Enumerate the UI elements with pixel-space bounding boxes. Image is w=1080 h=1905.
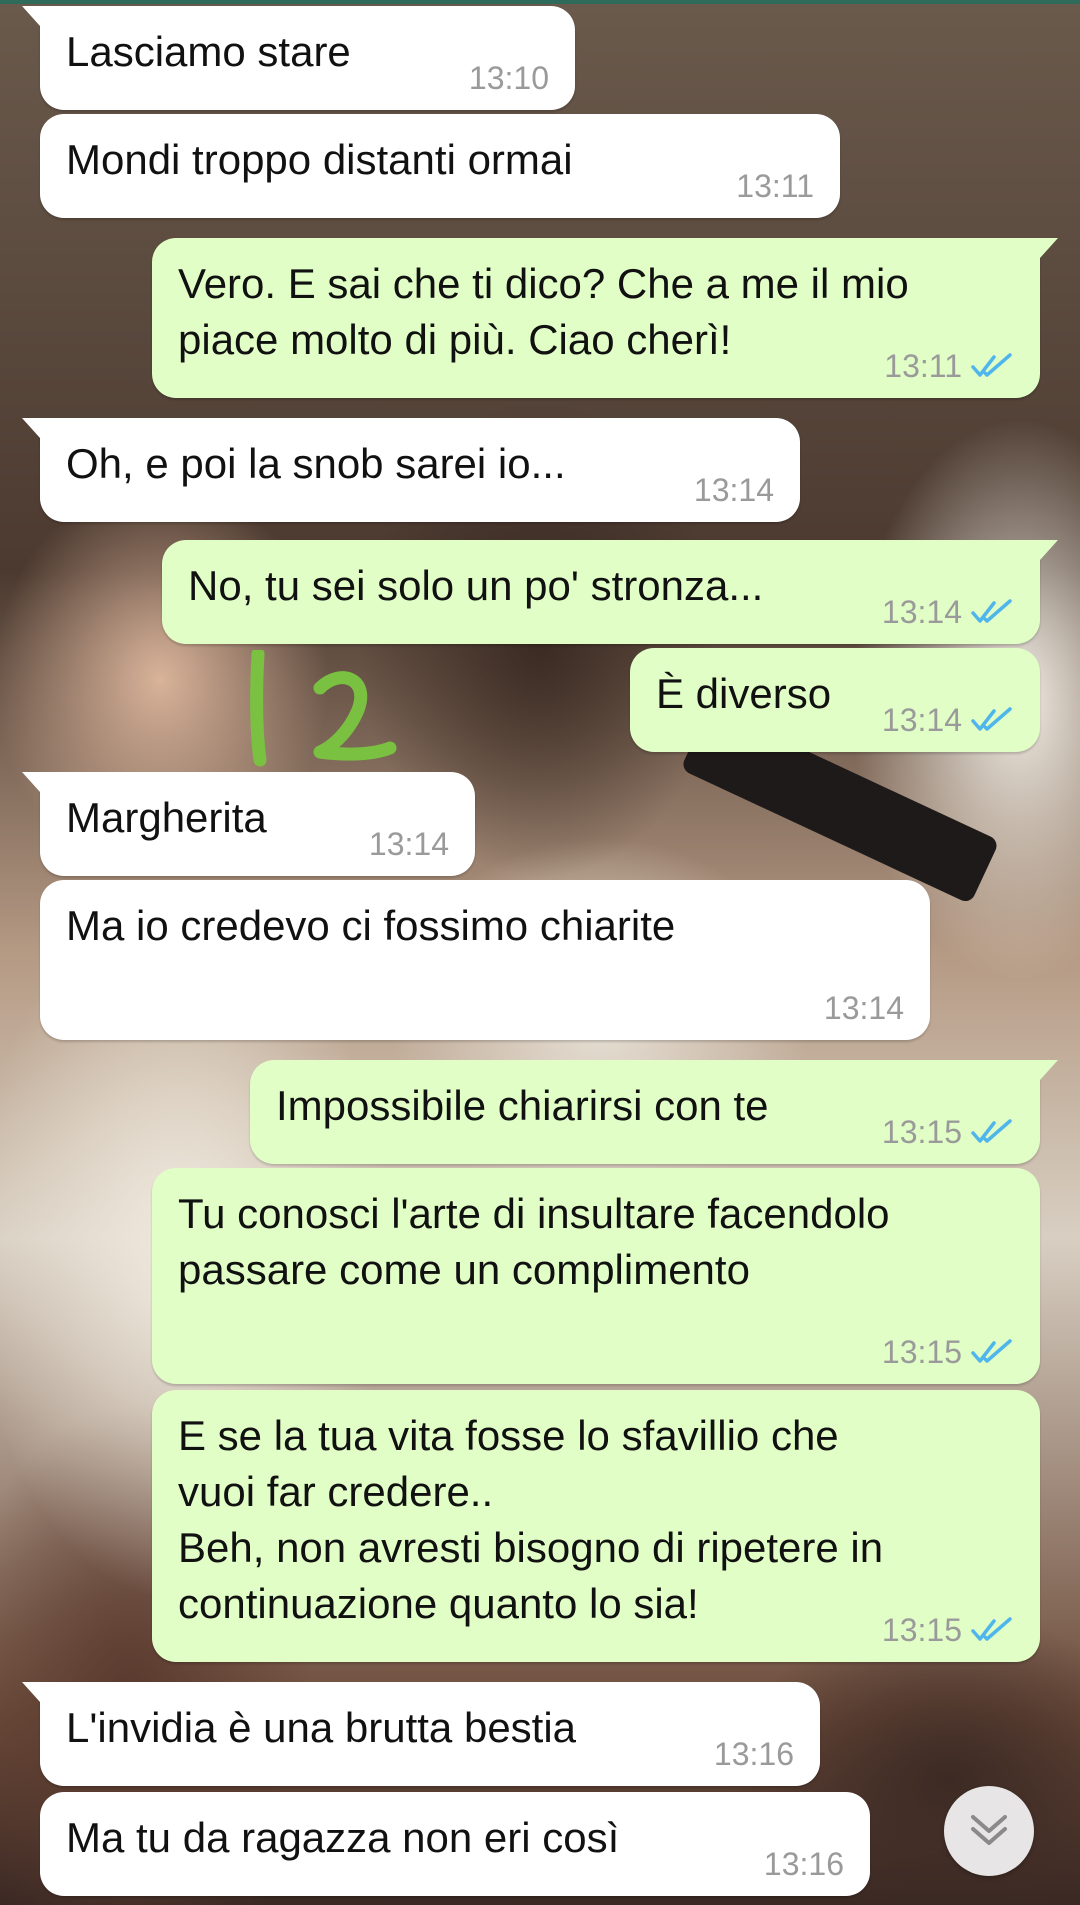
message-meta: 13:11 (884, 348, 1014, 384)
message-time: 13:11 (884, 348, 962, 384)
message-time: 13:14 (368, 826, 449, 862)
double-check-icon (971, 1339, 1012, 1363)
message-meta: 13:14 (882, 702, 1014, 738)
message-time: 13:16 (713, 1736, 794, 1772)
scribble-annotation (250, 650, 397, 767)
message-bubble-incoming[interactable]: Ma io credevo ci fossimo chiarite 13:14 (40, 880, 930, 1040)
message-time: 13:14 (881, 702, 962, 738)
message-meta: 13:14 (824, 990, 904, 1026)
message-time: 13:15 (881, 1612, 962, 1648)
message-text: Lasciamo stare (66, 28, 351, 75)
message-text: È diverso (656, 670, 832, 717)
message-bubble-outgoing[interactable]: E se la tua vita fosse lo sfavillio che … (152, 1390, 1040, 1662)
message-text: Ma io credevo ci fossimo chiarite (66, 902, 676, 949)
message-text: E se la tua vita fosse lo sfavillio che … (178, 1412, 884, 1627)
message-text: Mondi troppo distanti ormai (66, 136, 573, 183)
message-bubble-incoming[interactable]: Lasciamo stare 13:10 (22, 6, 575, 110)
message-time: 13:10 (468, 60, 549, 96)
message-meta: 13:14 (369, 826, 449, 862)
double-check-icon (971, 1119, 1012, 1143)
message-bubble-incoming[interactable]: Margherita 13:14 (22, 772, 475, 876)
message-bubble-outgoing[interactable]: Vero. E sai che ti dico? Che a me il mio… (152, 238, 1058, 398)
message-bubble-outgoing[interactable]: È diverso 13:14 (630, 648, 1040, 752)
message-meta: 13:11 (736, 168, 814, 204)
scroll-to-bottom-button[interactable] (944, 1786, 1034, 1876)
message-meta: 13:16 (764, 1846, 844, 1882)
message-text: Oh, e poi la snob sarei io... (66, 440, 566, 487)
message-bubble-incoming[interactable]: Oh, e poi la snob sarei io... 13:14 (22, 418, 800, 522)
message-time: 13:14 (881, 594, 962, 630)
message-time: 13:15 (881, 1334, 962, 1370)
message-time: 13:14 (823, 990, 904, 1026)
status-strip (0, 0, 1080, 4)
message-text: Margherita (66, 794, 267, 841)
message-bubble-incoming[interactable]: Ma tu da ragazza non eri così 13:16 (40, 1792, 870, 1896)
double-check-icon (971, 1617, 1012, 1641)
message-text: Vero. E sai che ti dico? Che a me il mio… (178, 260, 909, 363)
message-text: Ma tu da ragazza non eri così (66, 1814, 620, 1861)
chevron-down-double-icon (971, 1815, 1007, 1845)
message-text: Impossibile chiarirsi con te (276, 1082, 769, 1129)
message-time: 13:11 (736, 168, 814, 204)
message-meta: 13:14 (882, 594, 1014, 630)
message-bubble-incoming[interactable]: L'invidia è una brutta bestia 13:16 (22, 1682, 820, 1786)
message-text: Tu conosci l'arte di insultare facendolo… (178, 1190, 890, 1293)
message-text: L'invidia è una brutta bestia (66, 1704, 577, 1751)
double-check-icon (971, 599, 1012, 623)
double-check-icon (971, 707, 1012, 731)
message-text: No, tu sei solo un po' stronza... (188, 562, 764, 609)
message-meta: 13:15 (882, 1612, 1014, 1648)
message-meta: 13:14 (694, 472, 774, 508)
message-meta: 13:15 (882, 1114, 1014, 1150)
message-time: 13:15 (881, 1114, 962, 1150)
message-time: 13:16 (763, 1846, 844, 1882)
message-time: 13:14 (693, 472, 774, 508)
message-bubble-outgoing[interactable]: No, tu sei solo un po' stronza... 13:14 (162, 540, 1058, 644)
message-bubble-outgoing[interactable]: Impossibile chiarirsi con te 13:15 (250, 1060, 1058, 1164)
message-meta: 13:16 (714, 1736, 794, 1772)
message-bubble-outgoing[interactable]: Tu conosci l'arte di insultare facendolo… (152, 1168, 1040, 1384)
double-check-icon (971, 353, 1012, 377)
message-meta: 13:15 (882, 1334, 1014, 1370)
message-bubble-incoming[interactable]: Mondi troppo distanti ormai 13:11 (40, 114, 840, 218)
message-meta: 13:10 (469, 60, 549, 96)
